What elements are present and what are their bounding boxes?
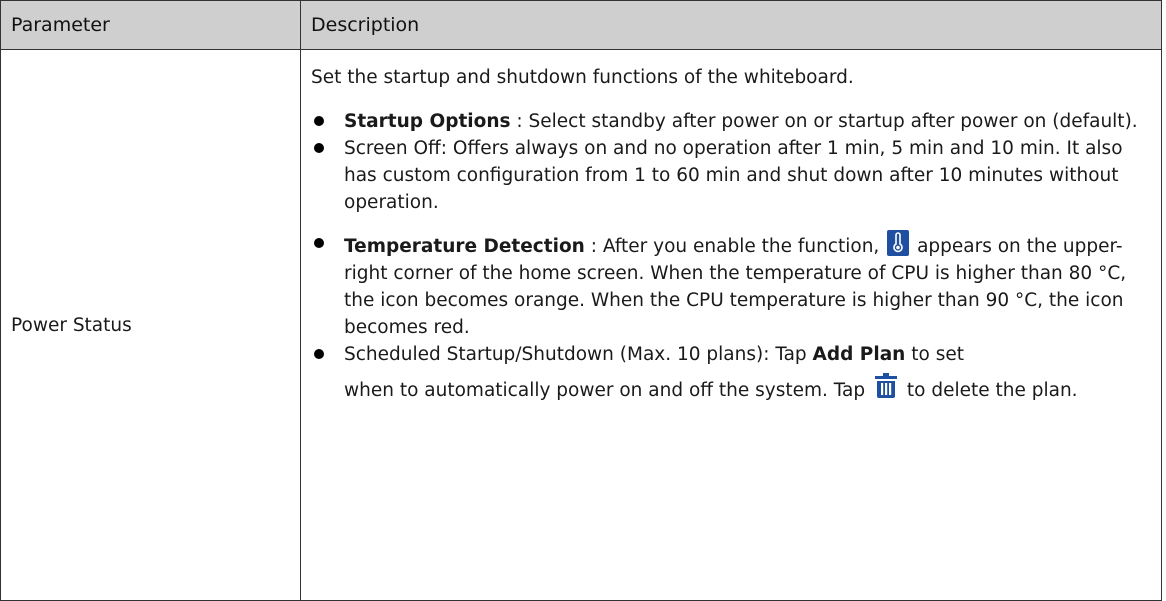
bullet-bold: Temperature Detection [344,236,585,257]
bullet-text: when to automatically power on and off t… [344,380,871,401]
bullet-icon [314,116,324,126]
header-row: Parameter Description [0,0,1162,50]
bullet-icon [314,238,324,248]
table-row: Power Status Set the startup and shutdow… [0,49,1162,601]
bullet-text: : Select standby after power on or start… [510,111,1138,132]
add-plan-label: Add Plan [812,344,906,365]
bullet-text: to set [905,344,964,365]
bullet-bold: Startup Options [344,111,511,132]
bullet-text: to delete the plan. [901,380,1078,401]
bullet-text: Scheduled Startup/Shutdown (Max. 10 plan… [344,344,813,365]
bullet-icon [314,143,324,153]
thermometer-icon [887,230,910,256]
description-intro: Set the startup and shutdown functions o… [311,67,854,88]
description-bullets: Startup Options : Select standby after p… [311,108,1149,414]
list-item: Scheduled Startup/Shutdown (Max. 10 plan… [311,341,1149,414]
header-description: Description [300,0,1162,50]
bullet-text: : After you enable the function, [584,236,886,257]
description-cell: Set the startup and shutdown functions o… [300,49,1162,601]
header-parameter: Parameter [0,0,301,50]
bullet-icon [314,349,324,359]
parameter-table: Parameter Description Power Status Set t… [0,0,1162,601]
parameter-cell: Power Status [0,49,301,601]
list-item: Startup Options : Select standby after p… [311,108,1149,135]
list-item: Temperature Detection : After you enable… [311,230,1149,341]
bullet-text: Screen Off: Offers always on and no oper… [344,138,1123,213]
trash-icon [873,372,899,398]
list-item: Screen Off: Offers always on and no oper… [311,135,1149,216]
